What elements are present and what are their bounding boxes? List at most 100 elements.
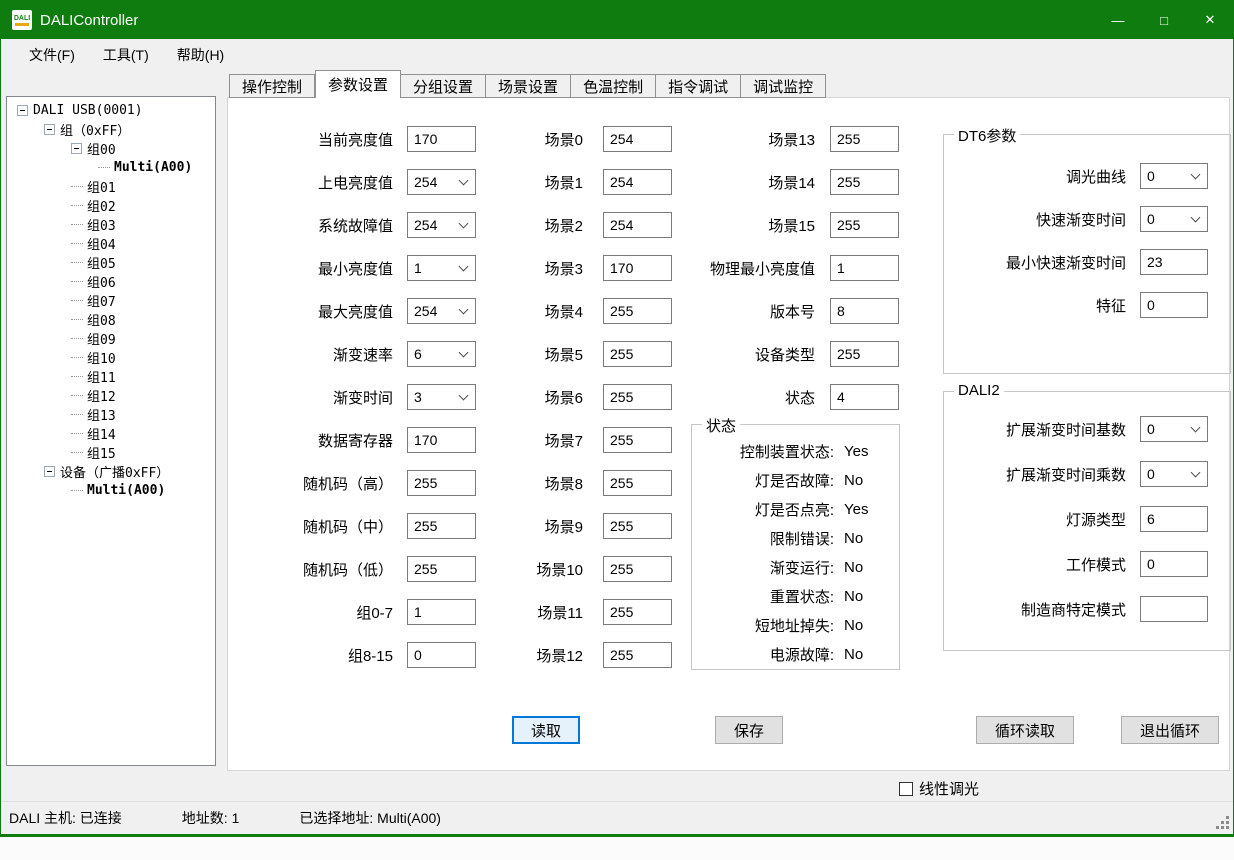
- tree-item[interactable]: 组10: [7, 348, 215, 367]
- scene-column-1: 场景0254场景1254场景2254场景3170场景4255场景5255场景62…: [478, 126, 672, 685]
- tree-item[interactable]: Multi(A00): [7, 158, 215, 177]
- tree-item[interactable]: 组11: [7, 367, 215, 386]
- tree-connector: [71, 281, 83, 282]
- field-combobox[interactable]: 0: [1140, 206, 1208, 232]
- linear-dimming-checkbox[interactable]: 线性调光: [899, 778, 979, 799]
- field-input[interactable]: 4: [830, 384, 899, 410]
- minimize-button[interactable]: —: [1095, 1, 1141, 39]
- tab-0[interactable]: 操作控制: [229, 74, 315, 98]
- tree-item[interactable]: 组12: [7, 386, 215, 405]
- field-label: 特征: [944, 295, 1126, 316]
- form-row: 随机码（高）255: [246, 470, 476, 496]
- close-button[interactable]: ✕: [1187, 1, 1233, 39]
- field-input[interactable]: 255: [407, 556, 476, 582]
- field-input[interactable]: 255: [830, 212, 899, 238]
- combobox-value: 254: [414, 217, 437, 233]
- field-input[interactable]: 0: [1140, 292, 1208, 318]
- field-input[interactable]: 255: [830, 126, 899, 152]
- field-input[interactable]: 170: [407, 126, 476, 152]
- tree-item[interactable]: 组13: [7, 405, 215, 424]
- tree-item[interactable]: 组14: [7, 424, 215, 443]
- field-label: 场景7: [478, 430, 583, 451]
- tree-item[interactable]: 组04: [7, 234, 215, 253]
- tab-1[interactable]: 参数设置: [315, 70, 401, 98]
- tree-item[interactable]: 组03: [7, 215, 215, 234]
- app-window: DALI DALIController — □ ✕ 文件(F)工具(T)帮助(H…: [0, 0, 1234, 837]
- field-combobox[interactable]: 254: [407, 212, 476, 238]
- field-input[interactable]: 255: [830, 341, 899, 367]
- field-input[interactable]: 255: [603, 384, 672, 410]
- field-input[interactable]: 255: [603, 556, 672, 582]
- tree-item[interactable]: 组15: [7, 443, 215, 462]
- field-input[interactable]: 255: [603, 427, 672, 453]
- tree-item[interactable]: 组01: [7, 177, 215, 196]
- field-input[interactable]: 255: [407, 513, 476, 539]
- tree-item-label: 组12: [87, 386, 116, 405]
- expander-icon[interactable]: [17, 105, 28, 116]
- combobox-value: 254: [414, 303, 437, 319]
- field-input[interactable]: 254: [603, 126, 672, 152]
- tree-item[interactable]: 组07: [7, 291, 215, 310]
- checkbox-box[interactable]: [899, 782, 913, 796]
- field-input[interactable]: 255: [603, 642, 672, 668]
- field-input[interactable]: 255: [407, 470, 476, 496]
- menu-item-2[interactable]: 帮助(H): [163, 40, 238, 70]
- field-input[interactable]: [1140, 596, 1208, 622]
- field-combobox[interactable]: 0: [1140, 461, 1208, 487]
- field-combobox[interactable]: 3: [407, 384, 476, 410]
- field-combobox[interactable]: 254: [407, 298, 476, 324]
- expander-icon[interactable]: [44, 466, 55, 477]
- field-combobox[interactable]: 6: [407, 341, 476, 367]
- tree-item[interactable]: 组00: [7, 139, 215, 158]
- read-button[interactable]: 读取: [512, 716, 580, 744]
- field-input[interactable]: 1: [407, 599, 476, 625]
- tab-3[interactable]: 场景设置: [486, 74, 571, 98]
- tree-item[interactable]: 设备（广播0xFF）: [7, 462, 215, 481]
- tree-item[interactable]: DALI USB(0001): [7, 101, 215, 120]
- expander-icon[interactable]: [71, 143, 82, 154]
- tree-item[interactable]: 组（0xFF）: [7, 120, 215, 139]
- field-label: 制造商特定模式: [944, 599, 1126, 620]
- field-input[interactable]: 255: [603, 470, 672, 496]
- field-input[interactable]: 170: [603, 255, 672, 281]
- field-combobox[interactable]: 0: [1140, 163, 1208, 189]
- resize-grip[interactable]: [1226, 826, 1229, 829]
- field-input[interactable]: 254: [603, 212, 672, 238]
- field-input[interactable]: 255: [830, 169, 899, 195]
- field-combobox[interactable]: 254: [407, 169, 476, 195]
- field-input[interactable]: 255: [603, 341, 672, 367]
- field-input[interactable]: 0: [1140, 551, 1208, 577]
- menu-item-1[interactable]: 工具(T): [89, 40, 163, 70]
- field-input[interactable]: 254: [603, 169, 672, 195]
- field-label: 场景3: [478, 258, 583, 279]
- field-input[interactable]: 1: [830, 255, 899, 281]
- loop-read-button[interactable]: 循环读取: [976, 716, 1074, 744]
- field-input[interactable]: 8: [830, 298, 899, 324]
- save-button[interactable]: 保存: [715, 716, 783, 744]
- tree-item[interactable]: 组02: [7, 196, 215, 215]
- field-input[interactable]: 0: [407, 642, 476, 668]
- tab-6[interactable]: 调试监控: [741, 74, 826, 98]
- tree-item[interactable]: 组06: [7, 272, 215, 291]
- field-input[interactable]: 23: [1140, 249, 1208, 275]
- tree-item[interactable]: 组05: [7, 253, 215, 272]
- tab-2[interactable]: 分组设置: [401, 74, 486, 98]
- exit-loop-button[interactable]: 退出循环: [1121, 716, 1219, 744]
- maximize-button[interactable]: □: [1141, 1, 1187, 39]
- tab-5[interactable]: 指令调试: [656, 74, 741, 98]
- field-input[interactable]: 255: [603, 513, 672, 539]
- field-input[interactable]: 255: [603, 298, 672, 324]
- field-input[interactable]: 6: [1140, 506, 1208, 532]
- menu-item-0[interactable]: 文件(F): [15, 40, 89, 70]
- tree-item[interactable]: Multi(A00): [7, 481, 215, 500]
- form-row: 扩展渐变时间基数0: [944, 416, 1230, 442]
- tab-4[interactable]: 色温控制: [571, 74, 656, 98]
- field-combobox[interactable]: 0: [1140, 416, 1208, 442]
- field-input[interactable]: 170: [407, 427, 476, 453]
- tree-item[interactable]: 组09: [7, 329, 215, 348]
- field-input[interactable]: 255: [603, 599, 672, 625]
- expander-icon[interactable]: [44, 124, 55, 135]
- tree-item[interactable]: 组08: [7, 310, 215, 329]
- field-combobox[interactable]: 1: [407, 255, 476, 281]
- tree-connector: [71, 414, 83, 415]
